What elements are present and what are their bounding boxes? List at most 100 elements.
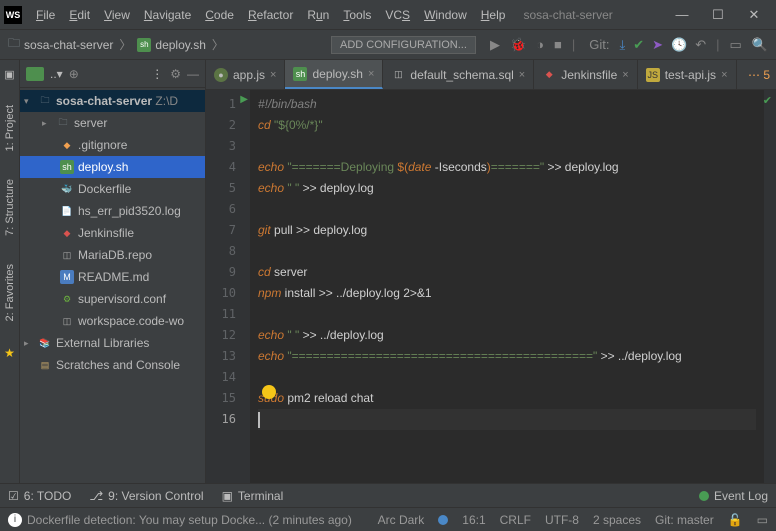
lock-icon[interactable]: 🔓	[728, 513, 743, 527]
tab-jenkins[interactable]: ◆Jenkinsfile×	[534, 60, 637, 89]
minimize-button[interactable]: ―	[672, 7, 692, 23]
run-button[interactable]: ▶	[490, 37, 500, 53]
tree-file-readme[interactable]: MREADME.md	[20, 266, 205, 288]
close-icon[interactable]: ×	[519, 69, 525, 81]
close-icon[interactable]: ×	[368, 68, 374, 80]
sh-icon: sh	[137, 38, 151, 52]
theme-label[interactable]: Arc Dark	[378, 513, 425, 527]
left-tool-strip: ▣ 1: Project 7: Structure 2: Favorites ★	[0, 60, 20, 483]
maximize-button[interactable]: ☐	[708, 7, 728, 23]
inspection-ok-icon: ✔	[763, 94, 772, 107]
tool-tab-structure[interactable]: 7: Structure	[4, 175, 16, 240]
tree-file-gitignore[interactable]: ◆.gitignore	[20, 134, 205, 156]
commit-button[interactable]: ✔	[633, 37, 644, 53]
tree-external-libs[interactable]: ▸📚External Libraries	[20, 332, 205, 354]
editor-area: ●app.js× shdeploy.sh× ◫default_schema.sq…	[206, 60, 776, 483]
toolbar: 🗀 sosa-chat-server 〉 sh deploy.sh 〉 ADD …	[0, 30, 776, 60]
app-logo: WS	[4, 6, 22, 24]
status-notification[interactable]: iDockerfile detection: You may setup Doc…	[8, 513, 364, 527]
tree-file-dockerfile[interactable]: 🐳Dockerfile	[20, 178, 205, 200]
tree-file-workspace[interactable]: ◫workspace.code-wo	[20, 310, 205, 332]
folder-icon: 🗀	[8, 34, 20, 55]
debug-button[interactable]: 🐞	[510, 37, 526, 53]
close-icon[interactable]: ×	[270, 69, 276, 81]
tree-root[interactable]: ▾🗀sosa-chat-server Z:\D	[20, 90, 205, 112]
tree-folder-server[interactable]: ▸🗀server	[20, 112, 205, 134]
menu-navigate[interactable]: Navigate	[138, 6, 197, 24]
menu-window[interactable]: Window	[418, 6, 473, 24]
statusbar: iDockerfile detection: You may setup Doc…	[0, 507, 776, 531]
menu-refactor[interactable]: Refactor	[242, 6, 299, 24]
coverage-button[interactable]: ◑	[536, 37, 544, 52]
tree-file-hserr[interactable]: 📄hs_err_pid3520.log	[20, 200, 205, 222]
menu-code[interactable]: Code	[199, 6, 240, 24]
menu-tools[interactable]: Tools	[337, 6, 377, 24]
close-icon[interactable]: ×	[721, 69, 727, 81]
run-config-dropdown[interactable]: ADD CONFIGURATION...	[331, 36, 476, 54]
intention-bulb-icon[interactable]	[262, 385, 276, 399]
tool-tab-project[interactable]: 1: Project	[4, 101, 16, 155]
tree-file-jenkins[interactable]: ◆Jenkinsfile	[20, 222, 205, 244]
breadcrumb: 🗀 sosa-chat-server 〉 sh deploy.sh 〉	[8, 34, 226, 55]
tool-terminal[interactable]: ▣Terminal	[222, 489, 284, 503]
push-button[interactable]: ➤	[652, 37, 663, 53]
tab-deploy[interactable]: shdeploy.sh×	[285, 60, 383, 89]
rollback-button[interactable]: ↶	[695, 37, 706, 53]
gutter: ▶ 12345678910111213141516	[206, 90, 250, 483]
close-button[interactable]: ✕	[744, 7, 764, 23]
bottom-tool-strip: ☑6: TODO ⎇9: Version Control ▣Terminal E…	[0, 483, 776, 507]
tool-eventlog[interactable]: Event Log	[699, 489, 768, 503]
indent[interactable]: 2 spaces	[593, 513, 641, 527]
code-editor[interactable]: #!/bin/bash cd "${0%/*}" echo "=======De…	[250, 90, 764, 483]
tree-file-deploy[interactable]: shdeploy.sh	[20, 156, 205, 178]
project-tool-icon[interactable]: ▣	[4, 68, 14, 81]
tree-scratches[interactable]: ▤Scratches and Console	[20, 354, 205, 376]
menu-vcs[interactable]: VCS	[379, 6, 416, 24]
cursor-position[interactable]: 16:1	[462, 513, 485, 527]
build-button[interactable]: ▭	[730, 37, 742, 53]
menubar: File Edit View Navigate Code Refactor Ru…	[30, 6, 511, 24]
theme-dot-icon	[438, 515, 448, 525]
line-ending[interactable]: CRLF	[500, 513, 531, 527]
search-everywhere-button[interactable]: 🔍	[752, 37, 768, 53]
menu-view[interactable]: View	[98, 6, 136, 24]
stop-button[interactable]: ■	[554, 37, 562, 52]
update-project-button[interactable]: ⤓	[619, 37, 625, 53]
project-view-icon[interactable]	[26, 67, 44, 81]
tab-testapi[interactable]: JStest-api.js×	[638, 60, 737, 89]
history-button[interactable]: 🕓	[671, 37, 687, 53]
tree-file-mariadb[interactable]: ◫MariaDB.repo	[20, 244, 205, 266]
select-opened-file-button[interactable]: ⊕	[69, 67, 79, 81]
tool-tab-favorites[interactable]: 2: Favorites	[4, 260, 16, 325]
tab-appjs[interactable]: ●app.js×	[206, 60, 285, 89]
close-icon[interactable]: ×	[622, 69, 628, 81]
titlebar: WS File Edit View Navigate Code Refactor…	[0, 0, 776, 30]
editor-tabs: ●app.js× shdeploy.sh× ◫default_schema.sq…	[206, 60, 776, 90]
project-sidebar: ..▾ ⊕ ⋮ ⚙ ― ▾🗀sosa-chat-server Z:\D ▸🗀se…	[20, 60, 206, 483]
breadcrumb-root[interactable]: sosa-chat-server	[24, 38, 113, 52]
run-gutter-icon[interactable]: ▶	[240, 94, 248, 105]
menu-edit[interactable]: Edit	[63, 6, 96, 24]
menu-run[interactable]: Run	[301, 6, 335, 24]
star-icon: ★	[4, 346, 15, 360]
tab-sql[interactable]: ◫default_schema.sql×	[383, 60, 534, 89]
project-dropdown[interactable]: ..▾	[50, 67, 63, 81]
git-branch[interactable]: Git: master	[655, 513, 714, 527]
tool-vcs[interactable]: ⎇9: Version Control	[89, 489, 203, 503]
more-tabs-button[interactable]: ⋯ 5	[742, 68, 776, 82]
git-label: Git:	[589, 37, 609, 52]
tool-todo[interactable]: ☑6: TODO	[8, 489, 71, 503]
memory-indicator[interactable]: ▭	[757, 513, 768, 527]
hide-button[interactable]: ―	[187, 67, 199, 81]
tree-file-supervisord[interactable]: ⚙supervisord.conf	[20, 288, 205, 310]
chevron-right-icon: 〉	[212, 36, 224, 53]
project-tree: ▾🗀sosa-chat-server Z:\D ▸🗀server ◆.gitig…	[20, 88, 205, 378]
sidebar-menu-button[interactable]: ⋮	[151, 67, 164, 81]
breadcrumb-file[interactable]: deploy.sh	[155, 38, 205, 52]
error-stripe	[764, 90, 776, 483]
encoding[interactable]: UTF-8	[545, 513, 579, 527]
menu-file[interactable]: File	[30, 6, 61, 24]
settings-icon[interactable]: ⚙	[170, 67, 181, 81]
title-project: sosa-chat-server	[523, 8, 612, 22]
menu-help[interactable]: Help	[475, 6, 512, 24]
